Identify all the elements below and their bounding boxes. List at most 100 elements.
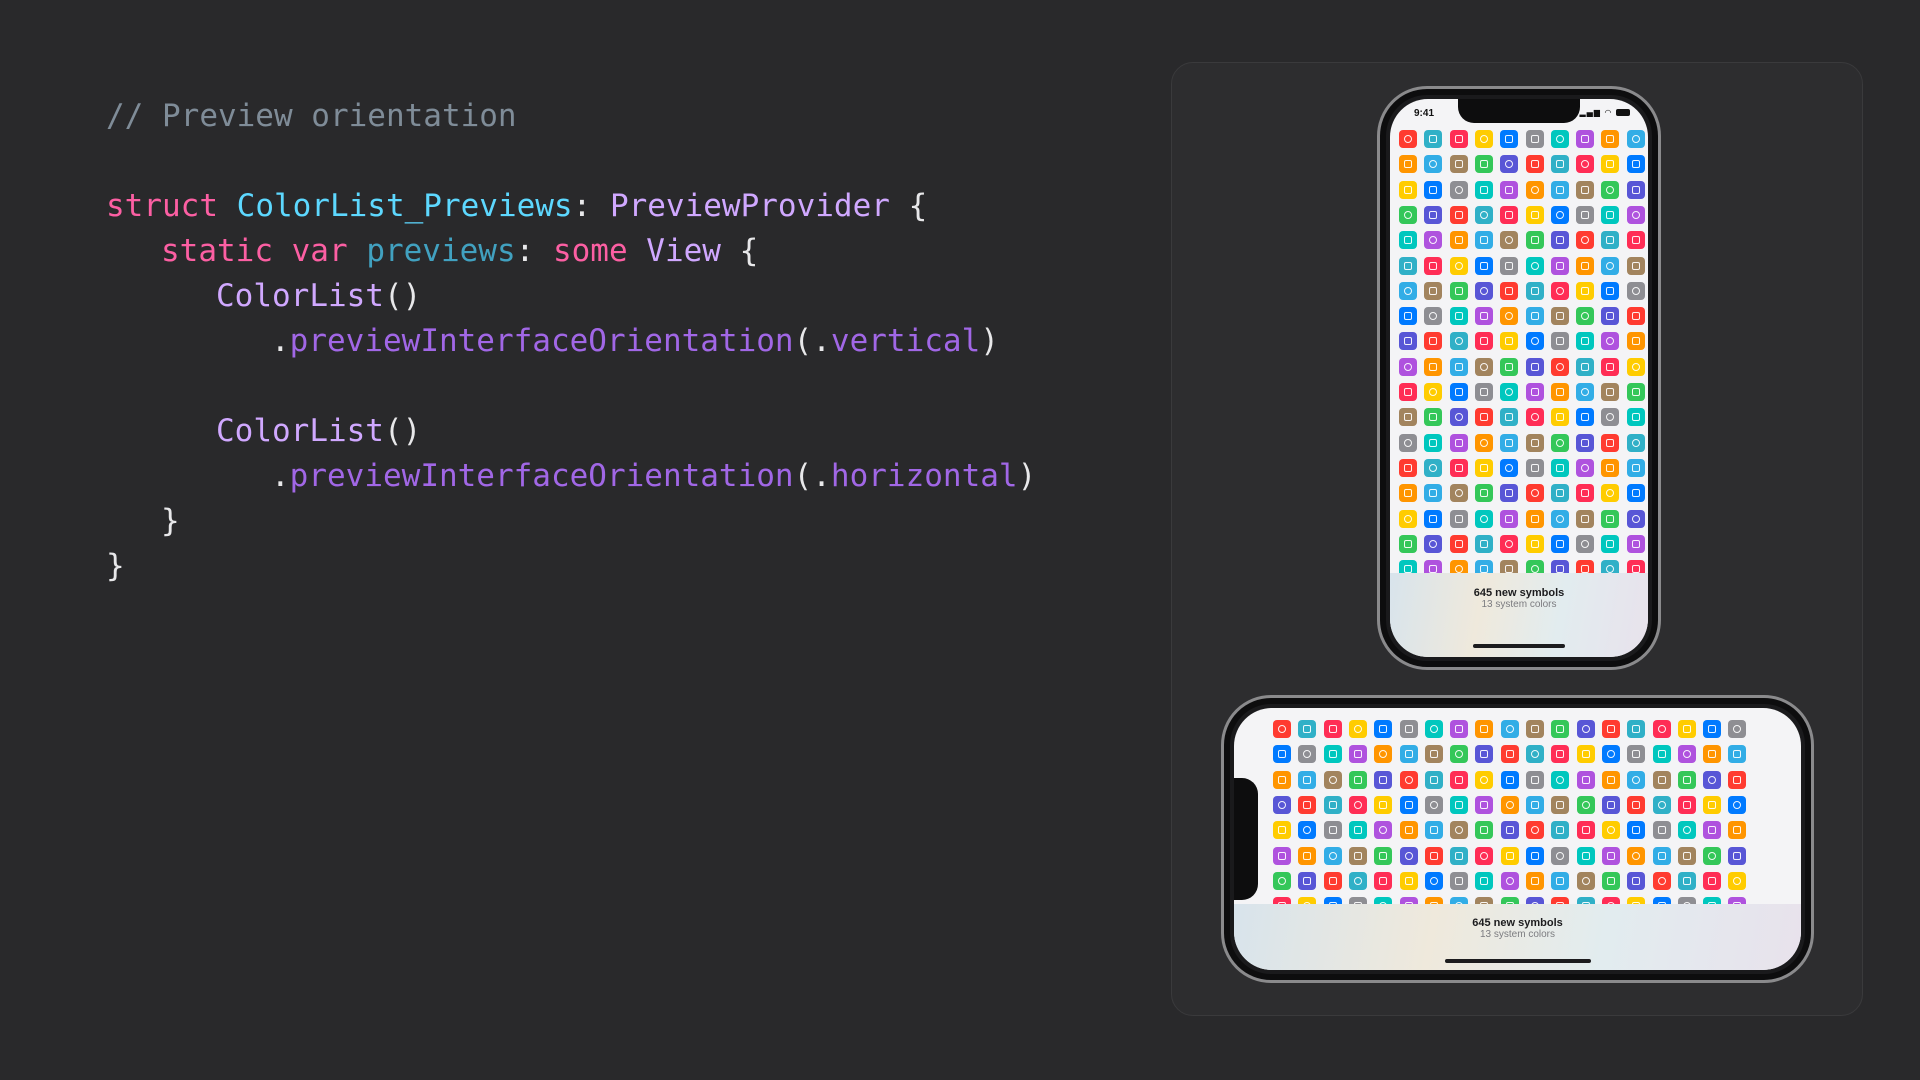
symbol-icon (1475, 770, 1494, 789)
symbol-icon (1424, 534, 1443, 553)
symbol-icon (1475, 795, 1494, 814)
code-line: .previewInterfaceOrientation(.vertical) (271, 319, 999, 364)
symbol-icon (1526, 871, 1544, 890)
symbol-icon (1474, 332, 1493, 351)
symbol-icon (1652, 846, 1671, 865)
code-token: ColorList_Previews (236, 188, 573, 224)
symbol-icon (1399, 770, 1418, 789)
symbol-icon (1626, 433, 1645, 452)
symbol-icon (1273, 745, 1291, 764)
symbol-icon (1424, 770, 1443, 789)
symbol-icon (1475, 871, 1494, 890)
symbol-icon (1576, 231, 1595, 250)
symbol-icon (1424, 846, 1443, 865)
symbol-icon (1449, 332, 1468, 351)
symbol-icon (1500, 745, 1519, 764)
symbol-icon (1652, 795, 1671, 814)
symbol-icon (1374, 770, 1393, 789)
symbol-icon (1576, 534, 1595, 553)
symbol-icon (1526, 821, 1544, 840)
symbol-icon (1601, 357, 1620, 376)
symbol-icon (1348, 821, 1367, 840)
code-token: // Preview orientation (106, 98, 517, 134)
symbol-icon (1627, 846, 1646, 865)
symbol-icon (1273, 846, 1291, 865)
symbol-icon (1627, 795, 1646, 814)
code-token: { (720, 233, 759, 269)
code-line: struct ColorList_Previews: PreviewProvid… (106, 184, 927, 229)
symbol-icon (1449, 256, 1468, 275)
code-line: static var previews: some View { (161, 229, 758, 274)
symbol-icon (1550, 281, 1569, 300)
symbol-icon (1550, 205, 1569, 224)
code-token: some (552, 233, 647, 269)
symbol-icon (1500, 180, 1519, 199)
symbol-icon (1703, 846, 1722, 865)
symbol-icon (1449, 484, 1468, 503)
symbol-icon (1424, 484, 1443, 503)
symbol-icon (1500, 433, 1519, 452)
symbol-icon (1576, 433, 1595, 452)
symbol-icon (1424, 332, 1443, 351)
symbol-icon (1399, 745, 1418, 764)
symbol-icon (1601, 871, 1620, 890)
symbol-icon (1550, 256, 1569, 275)
symbol-icon (1449, 205, 1468, 224)
symbol-icon (1652, 770, 1671, 789)
symbol-icon (1374, 795, 1393, 814)
landscape-screen: 645 new symbols 13 system colors (1234, 708, 1801, 970)
symbol-icon (1526, 720, 1544, 738)
symbol-icon (1399, 795, 1418, 814)
symbol-icon (1728, 821, 1747, 840)
symbol-icon (1652, 821, 1671, 840)
code-token: } (161, 503, 180, 539)
symbol-icon (1627, 745, 1646, 764)
iphone-portrait-preview[interactable]: 9:41 ▂▄▆ ◠ 645 new symbols 13 system col… (1377, 86, 1661, 670)
symbol-icon (1601, 383, 1620, 401)
code-token: } (106, 548, 125, 584)
code-line: // Preview orientation (106, 94, 517, 139)
symbol-icon (1626, 357, 1645, 376)
symbol-icon (1550, 130, 1569, 148)
symbol-icon (1626, 458, 1645, 477)
symbol-icon (1449, 231, 1468, 250)
symbol-icon (1323, 821, 1342, 840)
symbol-icon (1424, 383, 1443, 401)
code-token: : (572, 188, 610, 224)
symbol-icon (1298, 720, 1317, 738)
symbol-icon (1399, 231, 1417, 250)
symbol-icon (1601, 180, 1620, 199)
symbol-icon (1399, 307, 1417, 326)
symbol-icon (1551, 745, 1570, 764)
symbol-icon (1424, 408, 1443, 427)
symbol-icon (1449, 307, 1468, 326)
symbol-icon (1474, 433, 1493, 452)
symbol-icon (1449, 155, 1468, 174)
symbol-icon (1474, 509, 1493, 528)
symbol-icon (1298, 795, 1317, 814)
symbol-icon (1601, 281, 1620, 300)
symbol-icon (1550, 509, 1569, 528)
symbol-icon (1525, 205, 1544, 224)
symbol-icon (1399, 180, 1417, 199)
symbol-icon (1450, 770, 1469, 789)
symbol-icon (1399, 155, 1417, 174)
symbol-icon (1550, 332, 1569, 351)
symbol-icon (1525, 130, 1544, 148)
symbol-icon (1449, 509, 1468, 528)
symbol-icon (1500, 458, 1519, 477)
symbol-icon (1424, 256, 1443, 275)
symbol-icon (1399, 458, 1417, 477)
symbol-icon (1525, 180, 1544, 199)
symbol-icon (1399, 534, 1417, 553)
code-editor[interactable]: // Preview orientation struct ColorList_… (106, 94, 1036, 584)
symbol-icon (1601, 509, 1620, 528)
symbol-icon (1500, 484, 1519, 503)
code-token: struct (106, 188, 237, 224)
symbol-icon (1500, 332, 1519, 351)
iphone-landscape-preview[interactable]: 645 new symbols 13 system colors (1221, 695, 1814, 983)
status-time: 9:41 (1414, 108, 1435, 119)
symbol-icon (1677, 795, 1696, 814)
symbol-icon (1525, 534, 1544, 553)
symbol-icon (1424, 745, 1443, 764)
